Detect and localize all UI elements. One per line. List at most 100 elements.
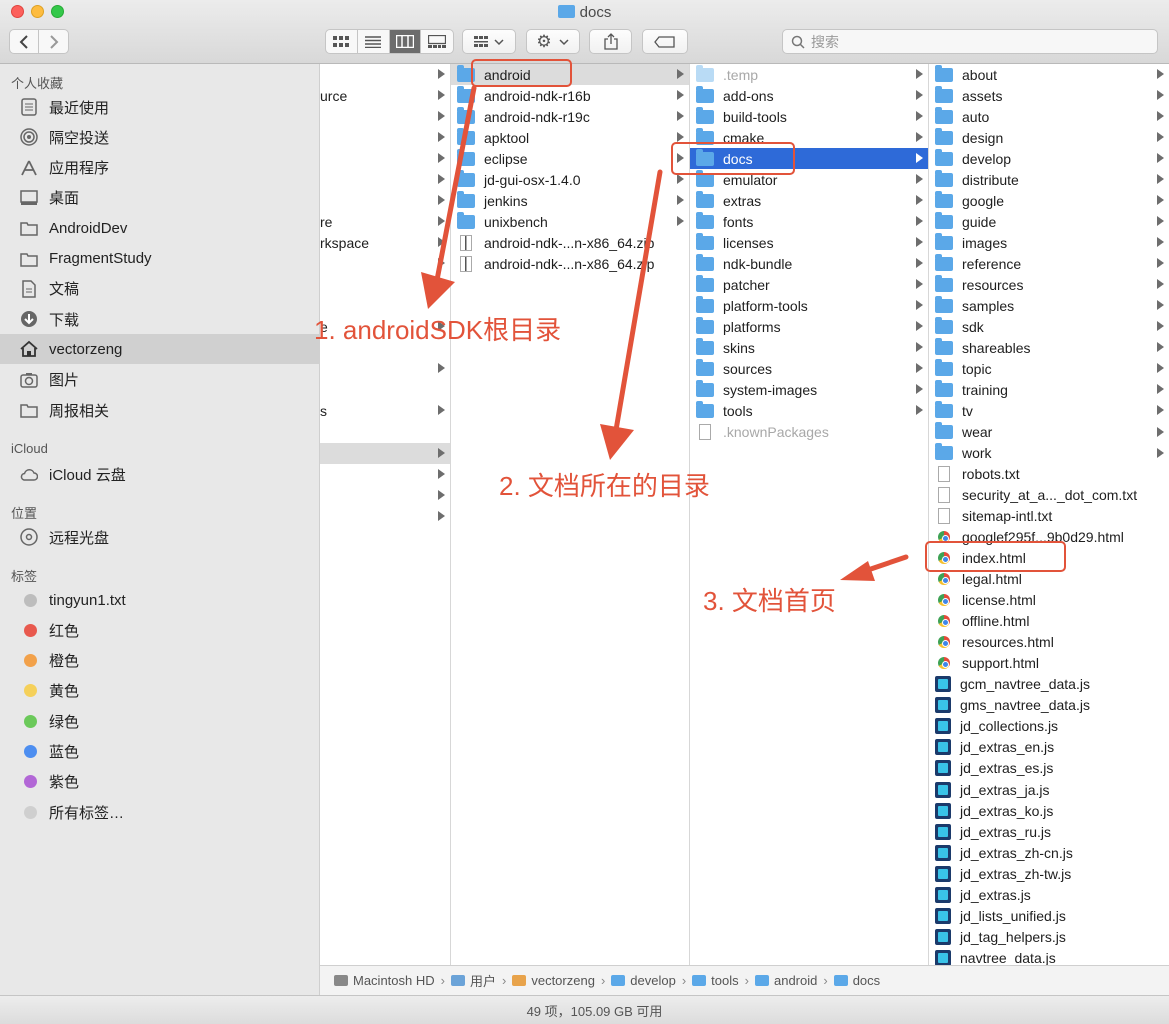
col3-item[interactable]: jd_extras_en.js xyxy=(929,737,1169,758)
sidebar-item-4[interactable]: AndroidDev xyxy=(0,213,320,243)
search-field[interactable]: 搜索 xyxy=(782,29,1158,54)
col3-item[interactable]: resources xyxy=(929,274,1169,295)
forward-button[interactable] xyxy=(39,30,68,53)
sidebar-item-icloud-drive[interactable]: iCloud 云盘 xyxy=(0,459,320,489)
col3-item[interactable]: shareables xyxy=(929,337,1169,358)
sidebar-tag-0[interactable]: tingyun1.txt xyxy=(0,585,320,615)
action-menu-button[interactable]: ⚙ xyxy=(526,29,580,54)
col3-item[interactable]: samples xyxy=(929,295,1169,316)
sidebar-tag-4[interactable]: 绿色 xyxy=(0,706,320,736)
sidebar-item-5[interactable]: FragmentStudy xyxy=(0,244,320,274)
path-item[interactable]: docs xyxy=(833,973,880,988)
path-item[interactable]: Macintosh HD xyxy=(334,973,435,988)
col2-item[interactable]: platforms xyxy=(690,316,928,337)
col3-item[interactable]: offline.html xyxy=(929,611,1169,632)
col3-item[interactable]: license.html xyxy=(929,590,1169,611)
sidebar-tag-2[interactable]: 橙色 xyxy=(0,646,320,676)
tag-button[interactable] xyxy=(642,29,688,54)
sidebar-tag-6[interactable]: 紫色 xyxy=(0,767,320,797)
col1-item[interactable]: eclipse xyxy=(451,148,689,169)
col0-item[interactable]: s xyxy=(320,400,450,421)
sidebar-item-1[interactable]: 隔空投送 xyxy=(0,122,320,152)
col3-item[interactable]: work xyxy=(929,443,1169,464)
col3-item[interactable]: jd_extras_zh-tw.js xyxy=(929,863,1169,884)
col2-item[interactable]: .knownPackages xyxy=(690,422,928,443)
col3-item[interactable]: jd_extras_es.js xyxy=(929,758,1169,779)
col2-item[interactable]: extras xyxy=(690,190,928,211)
path-item[interactable]: 用户 xyxy=(450,971,496,990)
col1-item[interactable]: jenkins xyxy=(451,190,689,211)
col3-item[interactable]: topic xyxy=(929,358,1169,379)
col3-item[interactable]: jd_extras_ja.js xyxy=(929,779,1169,800)
col3-item[interactable]: sitemap-intl.txt xyxy=(929,506,1169,527)
col3-item[interactable]: jd_extras_ko.js xyxy=(929,800,1169,821)
gallery-view-button[interactable] xyxy=(421,30,453,53)
col0-item[interactable]: rkspace xyxy=(320,232,450,253)
share-button[interactable] xyxy=(589,29,632,54)
col0-item[interactable] xyxy=(320,485,450,506)
col2-item[interactable]: ndk-bundle xyxy=(690,253,928,274)
col2-item[interactable]: tools xyxy=(690,400,928,421)
col3-item[interactable]: jd_extras.js xyxy=(929,884,1169,905)
path-item[interactable]: android xyxy=(754,973,817,988)
col3-item[interactable]: tv xyxy=(929,400,1169,421)
col0-item[interactable] xyxy=(320,506,450,527)
col2-item[interactable]: licenses xyxy=(690,232,928,253)
sidebar-item-8[interactable]: vectorzeng xyxy=(0,334,320,365)
col3-item[interactable]: guide xyxy=(929,211,1169,232)
col3-item[interactable]: images xyxy=(929,232,1169,253)
col0-item[interactable] xyxy=(320,379,450,400)
col1-item[interactable]: android-ndk-...n-x86_64.zip xyxy=(451,232,689,253)
col0-item[interactable] xyxy=(320,253,450,274)
col0-item[interactable]: re xyxy=(320,211,450,232)
col0-item[interactable] xyxy=(320,274,450,295)
col1-item[interactable]: android-ndk-r16b xyxy=(451,85,689,106)
col0-item[interactable] xyxy=(320,127,450,148)
col3-item[interactable]: sdk xyxy=(929,316,1169,337)
col0-item[interactable] xyxy=(320,464,450,485)
sidebar-item-10[interactable]: 周报相关 xyxy=(0,395,320,425)
path-item[interactable]: develop xyxy=(611,973,676,988)
col0-item[interactable] xyxy=(320,442,450,464)
path-item[interactable]: vectorzeng xyxy=(512,973,595,988)
col3-item[interactable]: wear xyxy=(929,422,1169,443)
path-item[interactable]: tools xyxy=(692,973,739,988)
col3-item[interactable]: navtree_data.js xyxy=(929,947,1169,965)
col2-item[interactable]: system-images xyxy=(690,379,928,400)
col2-item[interactable]: skins xyxy=(690,337,928,358)
col3-item[interactable]: google xyxy=(929,190,1169,211)
col1-item[interactable]: jd-gui-osx-1.4.0 xyxy=(451,169,689,190)
icon-view-button[interactable] xyxy=(326,30,358,53)
col3-item[interactable]: develop xyxy=(929,148,1169,169)
sidebar-tag-5[interactable]: 蓝色 xyxy=(0,737,320,767)
col3-item[interactable]: design xyxy=(929,127,1169,148)
col0-item[interactable]: urce xyxy=(320,85,450,106)
col3-item[interactable]: jd_lists_unified.js xyxy=(929,905,1169,926)
col3-item[interactable]: robots.txt xyxy=(929,464,1169,485)
col3-item[interactable]: jd_collections.js xyxy=(929,716,1169,737)
col2-item[interactable]: fonts xyxy=(690,211,928,232)
col3-item[interactable]: reference xyxy=(929,253,1169,274)
col3-item[interactable]: jd_extras_zh-cn.js xyxy=(929,842,1169,863)
col2-item[interactable]: add-ons xyxy=(690,85,928,106)
col3-item[interactable]: security_at_a..._dot_com.txt xyxy=(929,485,1169,506)
col3-item[interactable]: jd_tag_helpers.js xyxy=(929,926,1169,947)
col1-item[interactable]: apktool xyxy=(451,127,689,148)
col0-item[interactable] xyxy=(320,169,450,190)
col2-item[interactable]: sources xyxy=(690,358,928,379)
col3-item[interactable]: about xyxy=(929,64,1169,85)
col3-item[interactable]: assets xyxy=(929,85,1169,106)
sidebar-item-3[interactable]: 桌面 xyxy=(0,183,320,213)
col3-item[interactable]: auto xyxy=(929,106,1169,127)
col3-item[interactable]: gcm_navtree_data.js xyxy=(929,674,1169,695)
col1-item[interactable]: unixbench xyxy=(451,211,689,232)
sidebar-item-remote-disc[interactable]: 远程光盘 xyxy=(0,522,320,552)
col0-item[interactable] xyxy=(320,422,450,443)
col0-item[interactable] xyxy=(320,358,450,379)
sidebar-tag-3[interactable]: 黄色 xyxy=(0,676,320,706)
col2-item[interactable]: .temp xyxy=(690,64,928,85)
sidebar-item-0[interactable]: 最近使用 xyxy=(0,92,320,122)
list-view-button[interactable] xyxy=(358,30,390,53)
col2-item[interactable]: platform-tools xyxy=(690,295,928,316)
sidebar-item-6[interactable]: 文稿 xyxy=(0,274,320,304)
